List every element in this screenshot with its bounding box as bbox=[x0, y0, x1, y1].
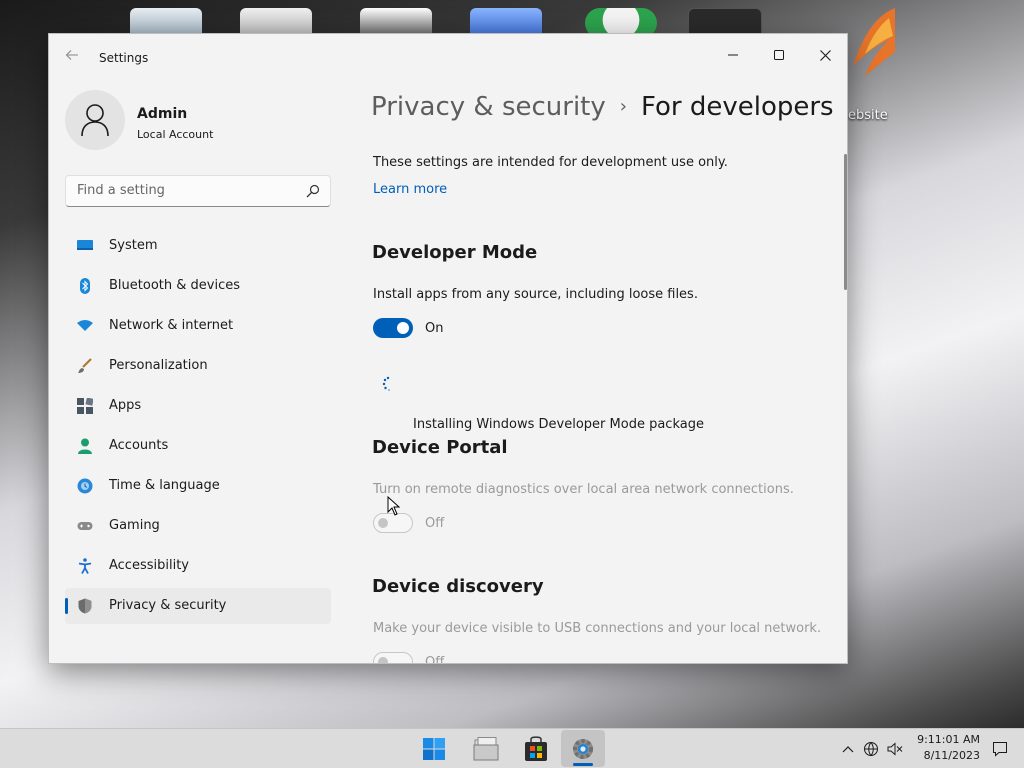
sidebar-item-accounts[interactable]: Accounts bbox=[65, 428, 331, 464]
device-discovery-heading: Device discovery bbox=[372, 576, 544, 597]
notification-icon[interactable] bbox=[992, 741, 1008, 757]
maximize-button[interactable] bbox=[756, 40, 802, 70]
taskbar: 9:11:01 AM 8/11/2023 bbox=[0, 728, 1024, 768]
app-title: Settings bbox=[99, 51, 149, 65]
device-discovery-description: Make your device visible to USB connecti… bbox=[373, 621, 822, 636]
minimize-button[interactable] bbox=[710, 40, 756, 70]
title-bar[interactable]: Settings bbox=[49, 34, 847, 82]
user-profile[interactable]: Admin Local Account bbox=[65, 90, 325, 154]
search-input[interactable] bbox=[75, 182, 299, 199]
globe-icon bbox=[864, 742, 878, 757]
shield-icon bbox=[78, 598, 92, 614]
store-button[interactable] bbox=[514, 730, 558, 767]
device-portal-toggle[interactable] bbox=[373, 513, 413, 533]
device-discovery-toggle-state: Off bbox=[425, 655, 445, 664]
sidebar-item-apps[interactable]: Apps bbox=[65, 388, 331, 424]
controller-icon bbox=[77, 522, 93, 530]
clock-date: 8/11/2023 bbox=[923, 749, 980, 762]
sidebar-item-accessibility[interactable]: Accessibility bbox=[65, 548, 331, 584]
phoenix-logo-icon[interactable] bbox=[845, 6, 897, 92]
network-globe-icon[interactable] bbox=[863, 741, 879, 757]
chevron-up-icon[interactable] bbox=[840, 741, 856, 757]
device-discovery-toggle[interactable] bbox=[373, 652, 413, 663]
sidebar-item-label: Time & language bbox=[109, 478, 220, 493]
sidebar-item-label: Bluetooth & devices bbox=[109, 278, 240, 293]
back-button[interactable] bbox=[61, 48, 83, 68]
toggle-knob bbox=[378, 657, 388, 663]
scrollbar-thumb[interactable] bbox=[844, 154, 847, 290]
sidebar-item-gaming[interactable]: Gaming bbox=[65, 508, 331, 544]
developer-mode-toggle[interactable] bbox=[373, 318, 413, 338]
file-explorer-button[interactable] bbox=[464, 730, 508, 767]
sidebar-item-label: Privacy & security bbox=[109, 598, 227, 613]
search-box[interactable] bbox=[65, 175, 331, 207]
sidebar-item-label: Gaming bbox=[109, 518, 160, 533]
chevron-up-glyph bbox=[842, 746, 854, 753]
page-title: For developers bbox=[640, 92, 834, 122]
sidebar-item-label: Accessibility bbox=[109, 558, 189, 573]
accessibility-icon bbox=[78, 558, 92, 574]
person-icon bbox=[78, 438, 92, 454]
breadcrumb: Privacy & security › For developers bbox=[371, 92, 834, 122]
close-icon bbox=[819, 49, 831, 61]
developer-mode-description: Install apps from any source, including … bbox=[373, 287, 698, 302]
clock-time: 9:11:01 AM bbox=[917, 733, 980, 746]
apps-icon bbox=[77, 398, 93, 414]
bluetooth-icon bbox=[80, 278, 90, 294]
desktop-icon-label[interactable]: ebsite bbox=[848, 108, 888, 123]
wifi-icon bbox=[77, 320, 93, 331]
back-arrow-icon bbox=[65, 50, 78, 60]
settings-icon bbox=[573, 738, 593, 759]
start-button[interactable] bbox=[412, 730, 456, 767]
sidebar-item-label: Apps bbox=[109, 398, 142, 413]
settings-taskbar-button[interactable] bbox=[561, 730, 605, 767]
avatar[interactable] bbox=[65, 90, 125, 150]
start-icon bbox=[423, 737, 445, 760]
file-explorer-icon bbox=[473, 736, 499, 760]
person-avatar-icon bbox=[81, 104, 109, 137]
toggle-knob bbox=[378, 518, 388, 528]
mouse-cursor-icon bbox=[387, 496, 401, 516]
volume-muted-icon[interactable] bbox=[887, 741, 903, 757]
learn-more-link[interactable]: Learn more bbox=[373, 182, 447, 197]
device-portal-heading: Device Portal bbox=[372, 437, 508, 458]
maximize-icon bbox=[774, 50, 784, 60]
sidebar-item-label: Personalization bbox=[109, 358, 208, 373]
speaker-mute-icon bbox=[887, 742, 903, 756]
sidebar-item-system[interactable]: System bbox=[65, 228, 331, 264]
sidebar-item-network[interactable]: Network & internet bbox=[65, 308, 331, 344]
toggle-knob bbox=[397, 322, 409, 334]
minimize-icon bbox=[728, 54, 738, 56]
device-portal-toggle-state: Off bbox=[425, 516, 445, 531]
settings-window: Settings Admin Local Account Find a sett… bbox=[48, 33, 848, 664]
account-type: Local Account bbox=[137, 128, 214, 141]
device-portal-description: Turn on remote diagnostics over local ar… bbox=[373, 482, 794, 497]
globe-clock-icon bbox=[77, 478, 93, 494]
brush-icon bbox=[78, 358, 92, 373]
chat-bubble-icon bbox=[993, 742, 1007, 757]
sidebar-item-privacy-security[interactable]: Privacy & security bbox=[65, 588, 331, 624]
breadcrumb-parent-link[interactable]: Privacy & security bbox=[371, 92, 606, 122]
system-icon bbox=[77, 240, 93, 250]
taskbar-clock[interactable]: 9:11:01 AM 8/11/2023 bbox=[908, 732, 980, 764]
chevron-right-icon: › bbox=[619, 96, 627, 117]
sidebar-item-bluetooth[interactable]: Bluetooth & devices bbox=[65, 268, 331, 304]
sidebar-nav: System Bluetooth & devices Network & int… bbox=[65, 228, 331, 628]
search-icon[interactable] bbox=[306, 184, 320, 198]
close-button[interactable] bbox=[802, 40, 847, 70]
developer-mode-toggle-state: On bbox=[425, 321, 444, 336]
sidebar-item-label: Network & internet bbox=[109, 318, 234, 333]
sidebar-item-personalization[interactable]: Personalization bbox=[65, 348, 331, 384]
sidebar-item-time-language[interactable]: Time & language bbox=[65, 468, 331, 504]
user-name: Admin bbox=[137, 106, 188, 122]
store-icon bbox=[525, 735, 547, 761]
intro-text: These settings are intended for developm… bbox=[373, 155, 728, 170]
installing-status-text: Installing Windows Developer Mode packag… bbox=[413, 417, 704, 432]
loading-spinner-icon bbox=[382, 376, 390, 391]
sidebar-item-label: System bbox=[109, 238, 158, 253]
developer-mode-heading: Developer Mode bbox=[372, 242, 538, 263]
sidebar-item-label: Accounts bbox=[109, 438, 169, 453]
active-indicator bbox=[65, 598, 68, 614]
